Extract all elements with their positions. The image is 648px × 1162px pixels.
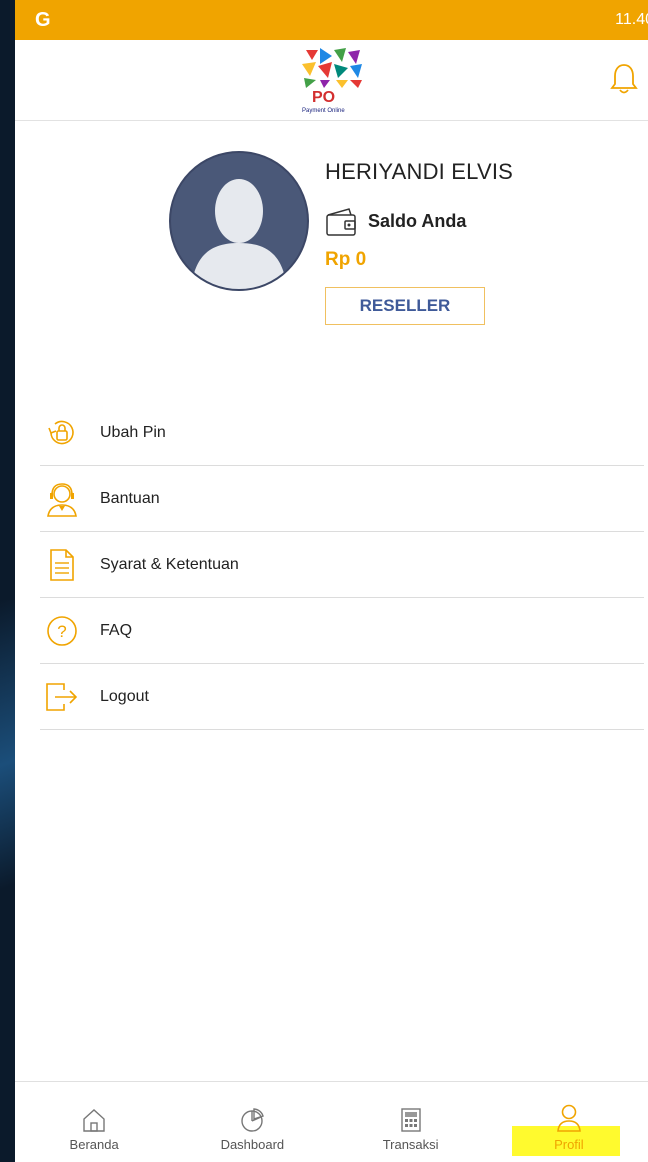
nav-label: Dashboard — [220, 1137, 285, 1152]
status-time: 11.40 — [615, 11, 648, 28]
nav-label: Beranda — [69, 1137, 119, 1152]
pie-chart-icon — [241, 1108, 265, 1132]
nav-item-dashboard[interactable]: Dashboard — [173, 1082, 331, 1162]
nav-item-profil[interactable]: Profil — [490, 1082, 648, 1162]
logout-icon — [44, 679, 80, 715]
menu-item-syarat-ketentuan[interactable]: Syarat & Ketentuan — [40, 532, 644, 598]
app-header: PO Payment Online — [15, 40, 648, 121]
menu-item-ubah-pin[interactable]: Ubah Pin — [40, 400, 644, 466]
balance-value: Rp 0 — [325, 249, 367, 270]
svg-text:Payment Online: Payment Online — [302, 108, 345, 114]
question-icon: ? — [44, 613, 80, 649]
menu-item-label: Bantuan — [100, 489, 160, 507]
svg-text:?: ? — [57, 622, 66, 641]
status-app-icon: G — [35, 8, 51, 31]
profile-card: HERIYANDI ELVIS Saldo Anda Rp 0 RESELLER — [15, 121, 648, 351]
bell-icon[interactable] — [610, 62, 638, 96]
menu-item-label: Syarat & Ketentuan — [100, 555, 239, 573]
user-name: HERIYANDI ELVIS — [325, 159, 514, 184]
menu-item-logout[interactable]: Logout — [40, 664, 644, 730]
home-icon — [83, 1109, 105, 1132]
menu-item-faq[interactable]: ? FAQ — [40, 598, 644, 664]
menu-item-label: Ubah Pin — [100, 423, 166, 441]
wallet-icon — [325, 207, 359, 237]
support-agent-icon — [44, 481, 80, 517]
nav-label: Profil — [554, 1137, 584, 1152]
nav-item-transaksi[interactable]: Transaksi — [332, 1082, 490, 1162]
app-logo: PO Payment Online — [296, 46, 368, 114]
bottom-navigation: Beranda Dashboard Transaksi Profil — [15, 1081, 648, 1162]
svg-text:PO: PO — [312, 89, 335, 106]
calculator-icon — [400, 1108, 421, 1132]
lock-refresh-icon — [44, 415, 80, 451]
profile-menu: Ubah Pin Bantuan Syarat & Ketentuan ? FA… — [40, 400, 644, 730]
menu-item-label: FAQ — [100, 621, 133, 639]
nav-label: Transaksi — [382, 1137, 439, 1152]
phone-screen: G 11.40 PO Payment Online — [15, 0, 648, 1162]
nav-item-beranda[interactable]: Beranda — [15, 1082, 173, 1162]
document-icon — [44, 547, 80, 583]
reseller-button[interactable]: RESELLER — [325, 287, 485, 325]
balance-label: Saldo Anda — [368, 211, 467, 231]
status-bar: G 11.40 — [15, 0, 648, 40]
user-icon — [556, 1104, 581, 1132]
avatar — [169, 151, 309, 291]
menu-item-label: Logout — [100, 687, 149, 705]
menu-item-bantuan[interactable]: Bantuan — [40, 466, 644, 532]
